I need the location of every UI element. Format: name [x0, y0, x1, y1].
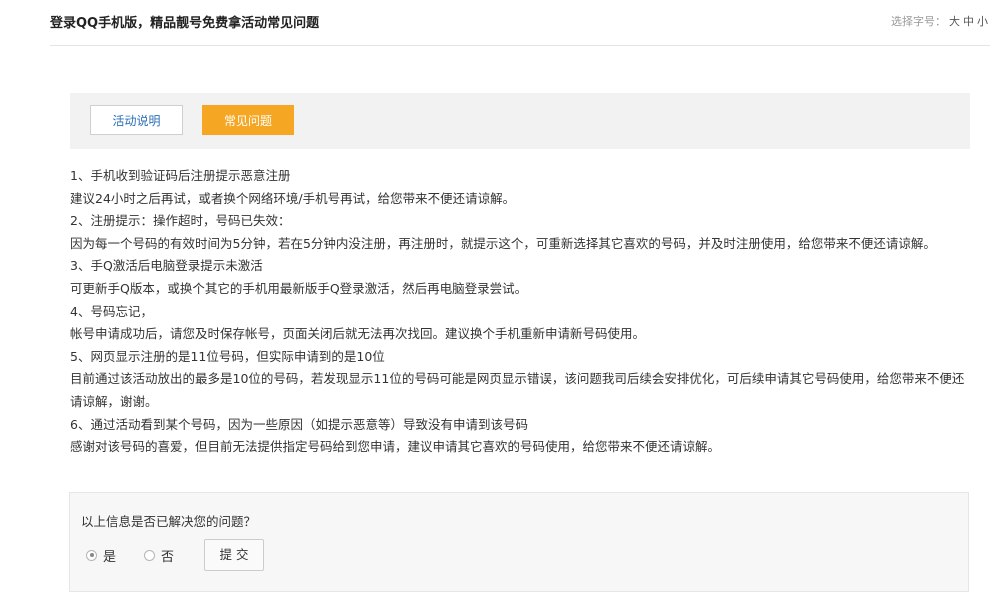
tab-bar: 活动说明 常见问题 — [70, 93, 970, 149]
faq-question: 4、号码忘记， — [70, 303, 153, 319]
font-size-large[interactable]: 大 — [949, 15, 960, 28]
faq-question: 2、注册提示：操作超时，号码已失效： — [70, 213, 291, 229]
radio-no[interactable]: 否 — [144, 545, 174, 565]
radio-yes[interactable]: 是 — [86, 545, 116, 565]
radio-yes-label[interactable]: 是 — [103, 546, 116, 565]
header-bar: 登录QQ手机版，精品靓号免费拿活动常见问题 选择字号：大中小 — [0, 0, 998, 44]
font-size-label: 选择字号： — [891, 15, 946, 28]
feedback-panel: 以上信息是否已解决您的问题？ 是 否 提交 — [69, 492, 969, 592]
faq-answer: 感谢对该号码的喜爱，但目前无法提供指定号码给到您申请，建议申请其它喜欢的号码使用… — [70, 439, 721, 455]
font-size-medium[interactable]: 中 — [963, 15, 974, 28]
tab-faq[interactable]: 常见问题 — [202, 105, 294, 135]
faq-question: 3、手Q激活后电脑登录提示未激活 — [70, 258, 263, 274]
submit-button[interactable]: 提交 — [204, 539, 264, 571]
faq-answer: 帐号申请成功后，请您及时保存帐号，页面关闭后就无法再次找回。建议换个手机重新申请… — [70, 326, 646, 342]
faq-question: 1、手机收到验证码后注册提示恶意注册 — [70, 168, 291, 183]
faq-answer: 因为每一个号码的有效时间为5分钟，若在5分钟内没注册，再注册时，就提示这个，可重… — [70, 235, 936, 251]
page-title: 登录QQ手机版，精品靓号免费拿活动常见问题 — [50, 16, 320, 31]
radio-no-icon[interactable] — [144, 549, 155, 561]
faq-question: 6、通过活动看到某个号码，因为一些原因（如提示恶意等）导致没有申请到该号码 — [70, 416, 528, 432]
faq-list: 1、手机收到验证码后注册提示恶意注册 建议24小时之后再试，或者换个网络环境/手… — [70, 165, 975, 459]
feedback-question: 以上信息是否已解决您的问题？ — [81, 514, 257, 529]
faq-answer: 目前通过该活动放出的最多是10位的号码，若发现显示11位的号码可能是网页显示错误… — [70, 371, 965, 409]
font-size-selector: 选择字号：大中小 — [891, 13, 988, 29]
faq-question: 5、网页显示注册的是11位号码，但实际申请到的是10位 — [70, 348, 385, 364]
radio-no-label[interactable]: 否 — [161, 546, 174, 565]
font-size-small[interactable]: 小 — [977, 15, 988, 28]
radio-yes-icon[interactable] — [86, 549, 97, 561]
faq-answer: 可更新手Q版本，或换个其它的手机用最新版手Q登录激活，然后再电脑登录尝试。 — [70, 280, 528, 296]
header-divider — [50, 45, 990, 46]
tab-activity-description[interactable]: 活动说明 — [90, 105, 183, 135]
faq-answer: 建议24小时之后再试，或者换个网络环境/手机号再试，给您带来不便还请谅解。 — [70, 190, 516, 206]
